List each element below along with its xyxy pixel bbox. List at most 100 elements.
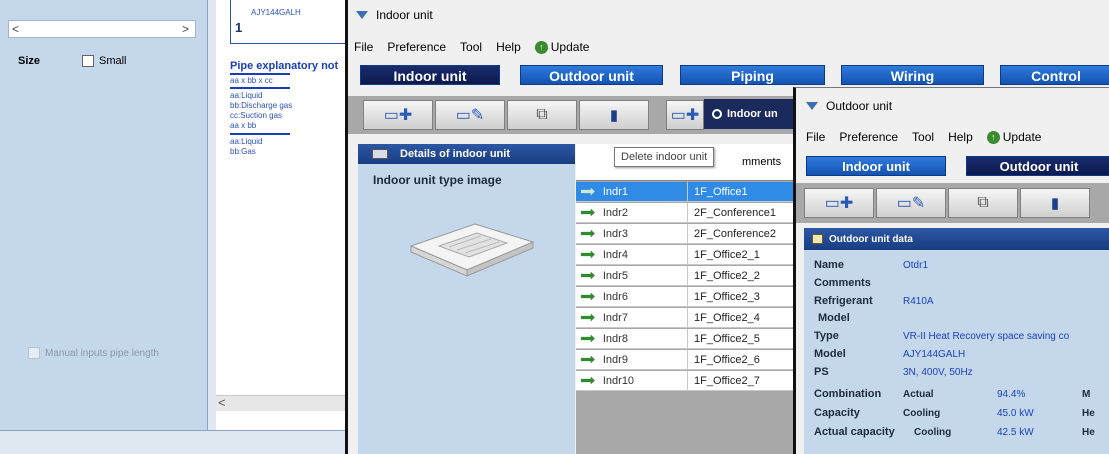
pipe-note-line: aa x bb	[230, 121, 257, 130]
delete-indoor-unit-button[interactable]: ▮	[579, 100, 649, 130]
pipe-underline	[230, 87, 290, 89]
unit-row-icon	[581, 229, 595, 238]
unit-row-icon	[581, 271, 595, 280]
tab-outdoor-unit[interactable]: Outdoor unit	[966, 156, 1109, 176]
table-row[interactable]: Indr6 1F_Office2_3	[576, 286, 796, 307]
row-name: Indr8	[602, 332, 628, 345]
row-name: Indr3	[602, 227, 628, 240]
pipe-note-line: aa x bb x cc	[230, 76, 273, 85]
copy-outdoor-unit-button[interactable]: ⧉	[948, 188, 1018, 218]
window-menu-icon[interactable]	[356, 11, 368, 19]
row-name: Indr1	[602, 185, 628, 198]
tab-indoor-unit[interactable]: Indoor unit	[360, 65, 500, 85]
delete-tooltip: Delete indoor unit	[614, 147, 715, 167]
trash-icon: ▮	[609, 107, 619, 124]
capacity-extra: He	[1082, 408, 1095, 419]
unit-card-number: 1	[235, 20, 243, 35]
row-comment: 2F_Conference2	[687, 223, 796, 244]
model-label: Model	[814, 348, 846, 360]
scroll-right-arrow-icon[interactable]: >	[182, 22, 189, 36]
add-outdoor-unit-button[interactable]: ▭✚	[804, 188, 874, 218]
pipe-underline	[230, 73, 290, 75]
table-row[interactable]: Indr10 1F_Office2_7	[576, 370, 796, 391]
indoor-window-title: Indoor unit	[376, 8, 433, 22]
menu-help[interactable]: Help	[496, 40, 521, 54]
menu-tool[interactable]: Tool	[912, 130, 934, 144]
tab-piping[interactable]: Piping	[680, 65, 825, 85]
unit-row-icon	[581, 376, 595, 385]
unit-row-icon	[581, 292, 595, 301]
add-unit-icon: ▭✚	[383, 107, 413, 124]
actual-capacity-value: 42.5 kW	[997, 427, 1034, 438]
combination-label: Combination	[814, 388, 882, 400]
name-label: Name	[814, 259, 844, 271]
menu-preference[interactable]: Preference	[839, 130, 898, 144]
capacity-cooling-label: Cooling	[903, 408, 941, 419]
pipe-note-line: aa:Liquid	[230, 91, 263, 100]
menu-preference[interactable]: Preference	[387, 40, 446, 54]
type-image-label: Indoor unit type image	[373, 173, 502, 187]
actual-capacity-cooling-label: Cooling	[914, 427, 952, 438]
window-menu-icon[interactable]	[806, 102, 818, 110]
menu-tool[interactable]: Tool	[460, 40, 482, 54]
type-value[interactable]: VR-II Heat Recovery space saving co	[903, 331, 1069, 342]
menu-update[interactable]: ↑ Update	[534, 40, 590, 54]
table-row[interactable]: Indr1 1F_Office1	[576, 181, 796, 202]
outdoor-data-header: Outdoor unit data	[804, 228, 1109, 250]
update-label: Update	[550, 40, 590, 54]
comments-column-header[interactable]: mments	[742, 156, 781, 168]
small-label: Small	[99, 55, 127, 67]
bg-horizontal-scrollbar[interactable]: < >	[8, 20, 196, 38]
unit-row-icon	[581, 313, 595, 322]
table-row[interactable]: Indr8 1F_Office2_5	[576, 328, 796, 349]
update-label: Update	[1002, 130, 1042, 144]
menu-help[interactable]: Help	[948, 130, 973, 144]
refrigerant-value[interactable]: R410A	[903, 296, 934, 307]
row-comment: 1F_Office2_1	[687, 244, 796, 265]
copy-indoor-unit-button[interactable]: ⧉	[507, 100, 577, 130]
unit-card[interactable]: AJY144GALH 1	[230, 0, 350, 44]
add-unit-icon: ▭✚	[824, 195, 854, 212]
row-comment: 1F_Office2_4	[687, 307, 796, 328]
outdoor-toolbar: ▭✚ ▭✎ ⧉ ▮	[796, 183, 1109, 223]
menu-update[interactable]: ↑ Update	[986, 130, 1042, 144]
table-row[interactable]: Indr9 1F_Office2_6	[576, 349, 796, 370]
small-checkbox[interactable]	[82, 55, 94, 67]
pipe-note-line: bb:Discharge gas	[230, 101, 293, 110]
clipboard-icon	[812, 234, 823, 244]
size-row: Size Small	[18, 55, 198, 67]
row-comment: 2F_Conference1	[687, 202, 796, 223]
manual-inputs-checkbox[interactable]	[28, 347, 40, 359]
outdoor-data-title: Outdoor unit data	[829, 233, 913, 245]
table-row[interactable]: Indr2 2F_Conference1	[576, 202, 796, 223]
tab-indoor-unit[interactable]: Indoor unit	[806, 156, 946, 176]
tab-control[interactable]: Control	[1000, 65, 1109, 85]
menu-file[interactable]: File	[354, 40, 373, 54]
row-name: Indr5	[602, 269, 628, 282]
add-group-button[interactable]: ▭✚	[666, 100, 704, 130]
trash-icon: ▮	[1050, 195, 1060, 212]
table-row[interactable]: Indr4 1F_Office2_1	[576, 244, 796, 265]
scroll-left-arrow-icon[interactable]: <	[12, 22, 19, 36]
capacity-label: Capacity	[814, 407, 860, 419]
combination-extra: M	[1082, 389, 1091, 400]
unit-row-icon	[581, 334, 595, 343]
table-row[interactable]: Indr5 1F_Office2_2	[576, 265, 796, 286]
model-value[interactable]: AJY144GALH	[903, 349, 965, 360]
tab-wiring[interactable]: Wiring	[841, 65, 984, 85]
scroll-left-arrow-icon[interactable]: <	[218, 395, 226, 410]
table-row[interactable]: Indr7 1F_Office2_4	[576, 307, 796, 328]
menu-file[interactable]: File	[806, 130, 825, 144]
size-label: Size	[18, 55, 41, 67]
table-row[interactable]: Indr3 2F_Conference2	[576, 223, 796, 244]
bg-mid-horizontal-scrollbar[interactable]: <	[216, 395, 351, 411]
outdoor-data-panel: Outdoor unit data Name Otdr1 Comments Re…	[804, 228, 1109, 454]
capacity-value: 45.0 kW	[997, 408, 1034, 419]
name-value[interactable]: Otdr1	[903, 260, 928, 271]
edit-outdoor-unit-button[interactable]: ▭✎	[876, 188, 946, 218]
tab-outdoor-unit[interactable]: Outdoor unit	[520, 65, 663, 85]
add-indoor-unit-button[interactable]: ▭✚	[363, 100, 433, 130]
edit-unit-icon: ▭✎	[896, 195, 926, 212]
edit-indoor-unit-button[interactable]: ▭✎	[435, 100, 505, 130]
delete-outdoor-unit-button[interactable]: ▮	[1020, 188, 1090, 218]
